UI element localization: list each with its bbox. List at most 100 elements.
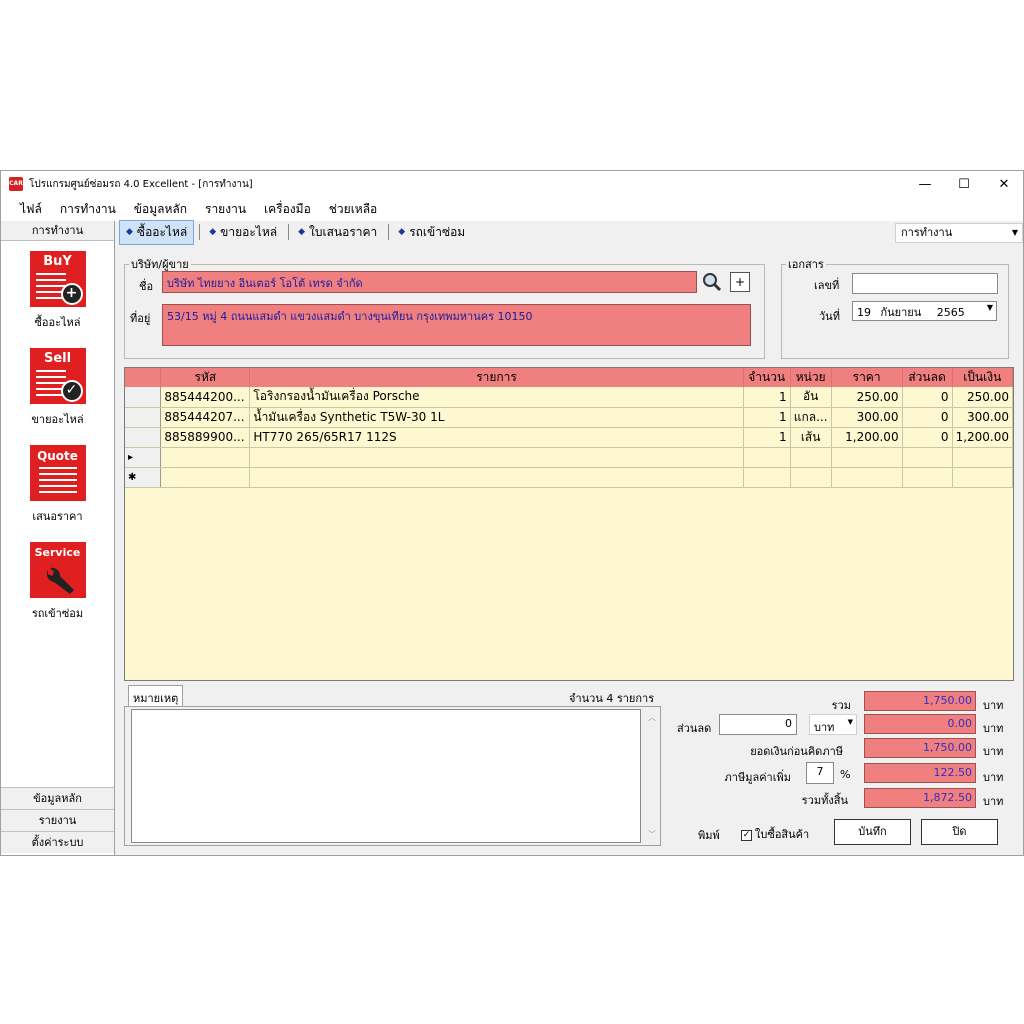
column-header-code[interactable]: รหัส xyxy=(160,368,251,387)
close-button[interactable]: ปิด xyxy=(921,819,998,845)
discount-input[interactable]: 0 xyxy=(719,714,797,735)
table-row[interactable]: 885889900... HT770 265/65R17 112S 1 เส้น… xyxy=(125,427,1013,448)
tab-buy-parts[interactable]: ◆ ซื้ออะไหล่ xyxy=(119,219,195,245)
notes-textarea[interactable]: ︿ ﹀ xyxy=(131,709,656,843)
cell-qty[interactable]: 1 xyxy=(743,407,791,428)
sidebar-item-quote[interactable]: Quote เสนอราคา xyxy=(1,445,114,525)
empty-cell[interactable] xyxy=(743,447,791,468)
row-header[interactable] xyxy=(125,427,162,448)
column-header-discount[interactable]: ส่วนลด xyxy=(902,368,953,387)
save-button[interactable]: บันทึก xyxy=(834,819,911,845)
cell-unit[interactable]: แกล... xyxy=(790,407,832,428)
document-number-field[interactable] xyxy=(852,273,998,294)
column-header-item[interactable]: รายการ xyxy=(249,368,744,387)
cell-unit[interactable]: อัน xyxy=(790,387,832,408)
search-icon[interactable] xyxy=(702,272,722,292)
minimize-button[interactable]: — xyxy=(905,171,945,197)
total-value: 1,750.00 xyxy=(864,691,976,711)
cell-qty[interactable]: 1 xyxy=(743,427,791,448)
empty-cell[interactable] xyxy=(790,447,832,468)
cell-amount[interactable]: 300.00 xyxy=(952,407,1013,428)
cell-price[interactable]: 250.00 xyxy=(831,387,903,408)
cell-discount[interactable]: 0 xyxy=(902,427,953,448)
vat-rate-input[interactable]: 7 xyxy=(806,762,834,784)
sidebar-section-master-data[interactable]: ข้อมูลหลัก xyxy=(1,787,114,809)
cell-item[interactable]: โอริงกรองน้ำมันเครื่อง Porsche xyxy=(249,387,744,408)
invoice-checkbox[interactable]: ✓ ใบซื้อสินค้า xyxy=(741,825,809,843)
empty-cell[interactable] xyxy=(249,447,744,468)
scroll-down-icon[interactable]: ﹀ xyxy=(648,829,656,840)
sidebar-item-sell[interactable]: Sell ✓ ขายอะไหล่ xyxy=(1,348,114,428)
menu-file[interactable]: ไฟล์ xyxy=(11,200,51,219)
table-row-current[interactable]: ▸ xyxy=(125,447,1013,468)
checkbox-checked-icon[interactable]: ✓ xyxy=(741,829,752,841)
date-picker[interactable]: 19 กันยายน 2565 ▼ xyxy=(852,301,997,321)
cell-item[interactable]: HT770 265/65R17 112S xyxy=(249,427,744,448)
sidebar-item-service[interactable]: Service รถเข้าซ่อม xyxy=(1,542,114,622)
cell-qty[interactable]: 1 xyxy=(743,387,791,408)
row-header[interactable] xyxy=(125,407,162,428)
quote-icon: Quote xyxy=(29,445,86,501)
empty-cell[interactable] xyxy=(952,467,1013,488)
vendor-address-field[interactable]: 53/15 หมู่ 4 ถนนแสมดำ แขวงแสมดำ บางขุนเท… xyxy=(162,304,751,346)
empty-cell[interactable] xyxy=(160,467,251,488)
cell-unit[interactable]: เส้น xyxy=(790,427,832,448)
discount-unit-select[interactable]: บาท ▼ xyxy=(809,714,857,735)
sidebar-header[interactable]: การทำงาน xyxy=(1,221,114,241)
tab-quotation[interactable]: ◆ ใบเสนอราคา xyxy=(292,221,383,244)
column-header-price[interactable]: ราคา xyxy=(831,368,903,387)
tab-sell-parts[interactable]: ◆ ขายอะไหล่ xyxy=(203,221,283,244)
grand-total-label: รวมทั้งสิ้น xyxy=(801,794,848,807)
sidebar-item-buy[interactable]: BuY + ซื้ออะไหล่ xyxy=(1,251,114,331)
sidebar-section-settings[interactable]: ตั้งค่าระบบ xyxy=(1,831,114,853)
empty-cell[interactable] xyxy=(790,467,832,488)
view-select[interactable]: การทำงาน ▼ xyxy=(895,223,1023,243)
scroll-up-icon[interactable]: ︿ xyxy=(648,712,656,723)
empty-cell[interactable] xyxy=(743,467,791,488)
cell-discount[interactable]: 0 xyxy=(902,387,953,408)
column-header-amount[interactable]: เป็นเงิน xyxy=(952,368,1013,387)
cell-discount[interactable]: 0 xyxy=(902,407,953,428)
cell-price[interactable]: 300.00 xyxy=(831,407,903,428)
new-row-asterisk-icon[interactable]: ✱ xyxy=(125,467,162,488)
cell-price[interactable]: 1,200.00 xyxy=(831,427,903,448)
menu-operations[interactable]: การทำงาน xyxy=(51,200,125,219)
close-window-button[interactable]: ✕ xyxy=(984,171,1024,197)
row-header[interactable] xyxy=(125,387,162,408)
table-row-new[interactable]: ✱ xyxy=(125,467,1013,488)
title-bar: CAR โปรแกรมศูนย์ซ่อมรถ 4.0 Excellent - [… xyxy=(1,171,1023,197)
cell-code[interactable]: 885444200... xyxy=(160,387,251,408)
chevron-down-icon[interactable]: ▼ xyxy=(987,303,993,312)
cell-item[interactable]: น้ำมันเครื่อง Synthetic T5W-30 1L xyxy=(249,407,744,428)
tab-notes[interactable]: หมายเหตุ xyxy=(128,685,184,707)
empty-cell[interactable] xyxy=(952,447,1013,468)
cell-amount[interactable]: 1,200.00 xyxy=(952,427,1013,448)
table-row[interactable]: 885444207... น้ำมันเครื่อง Synthetic T5W… xyxy=(125,407,1013,428)
current-row-arrow-icon[interactable]: ▸ xyxy=(125,447,162,468)
column-header-unit[interactable]: หน่วย xyxy=(790,368,832,387)
menu-master-data[interactable]: ข้อมูลหลัก xyxy=(125,200,196,219)
table-row[interactable]: 885444200... โอริงกรองน้ำมันเครื่อง Pors… xyxy=(125,387,1013,408)
cell-code[interactable]: 885444207... xyxy=(160,407,251,428)
empty-cell[interactable] xyxy=(160,447,251,468)
cell-code[interactable]: 885889900... xyxy=(160,427,251,448)
tab-service[interactable]: ◆ รถเข้าซ่อม xyxy=(392,221,471,244)
empty-cell[interactable] xyxy=(902,467,953,488)
add-vendor-button[interactable]: + xyxy=(730,272,750,292)
menu-help[interactable]: ช่วยเหลือ xyxy=(320,200,387,219)
maximize-button[interactable]: ☐ xyxy=(944,171,984,197)
cell-amount[interactable]: 250.00 xyxy=(952,387,1013,408)
empty-cell[interactable] xyxy=(249,467,744,488)
menu-reports[interactable]: รายงาน xyxy=(196,200,255,219)
empty-cell[interactable] xyxy=(831,467,903,488)
sidebar-section-reports[interactable]: รายงาน xyxy=(1,809,114,831)
empty-cell[interactable] xyxy=(831,447,903,468)
tab-label: ซื้ออะไหล่ xyxy=(136,224,188,239)
document-date-label: วันที่ xyxy=(819,310,840,323)
diamond-icon: ◆ xyxy=(126,227,133,237)
empty-cell[interactable] xyxy=(902,447,953,468)
menu-tools[interactable]: เครื่องมือ xyxy=(255,200,320,219)
diamond-icon: ◆ xyxy=(398,227,406,237)
column-header-qty[interactable]: จำนวน xyxy=(743,368,791,387)
vendor-name-field[interactable]: บริษัท ไทยยาง อินเตอร์ โอโต้ เทรด จำกัด xyxy=(162,271,697,293)
